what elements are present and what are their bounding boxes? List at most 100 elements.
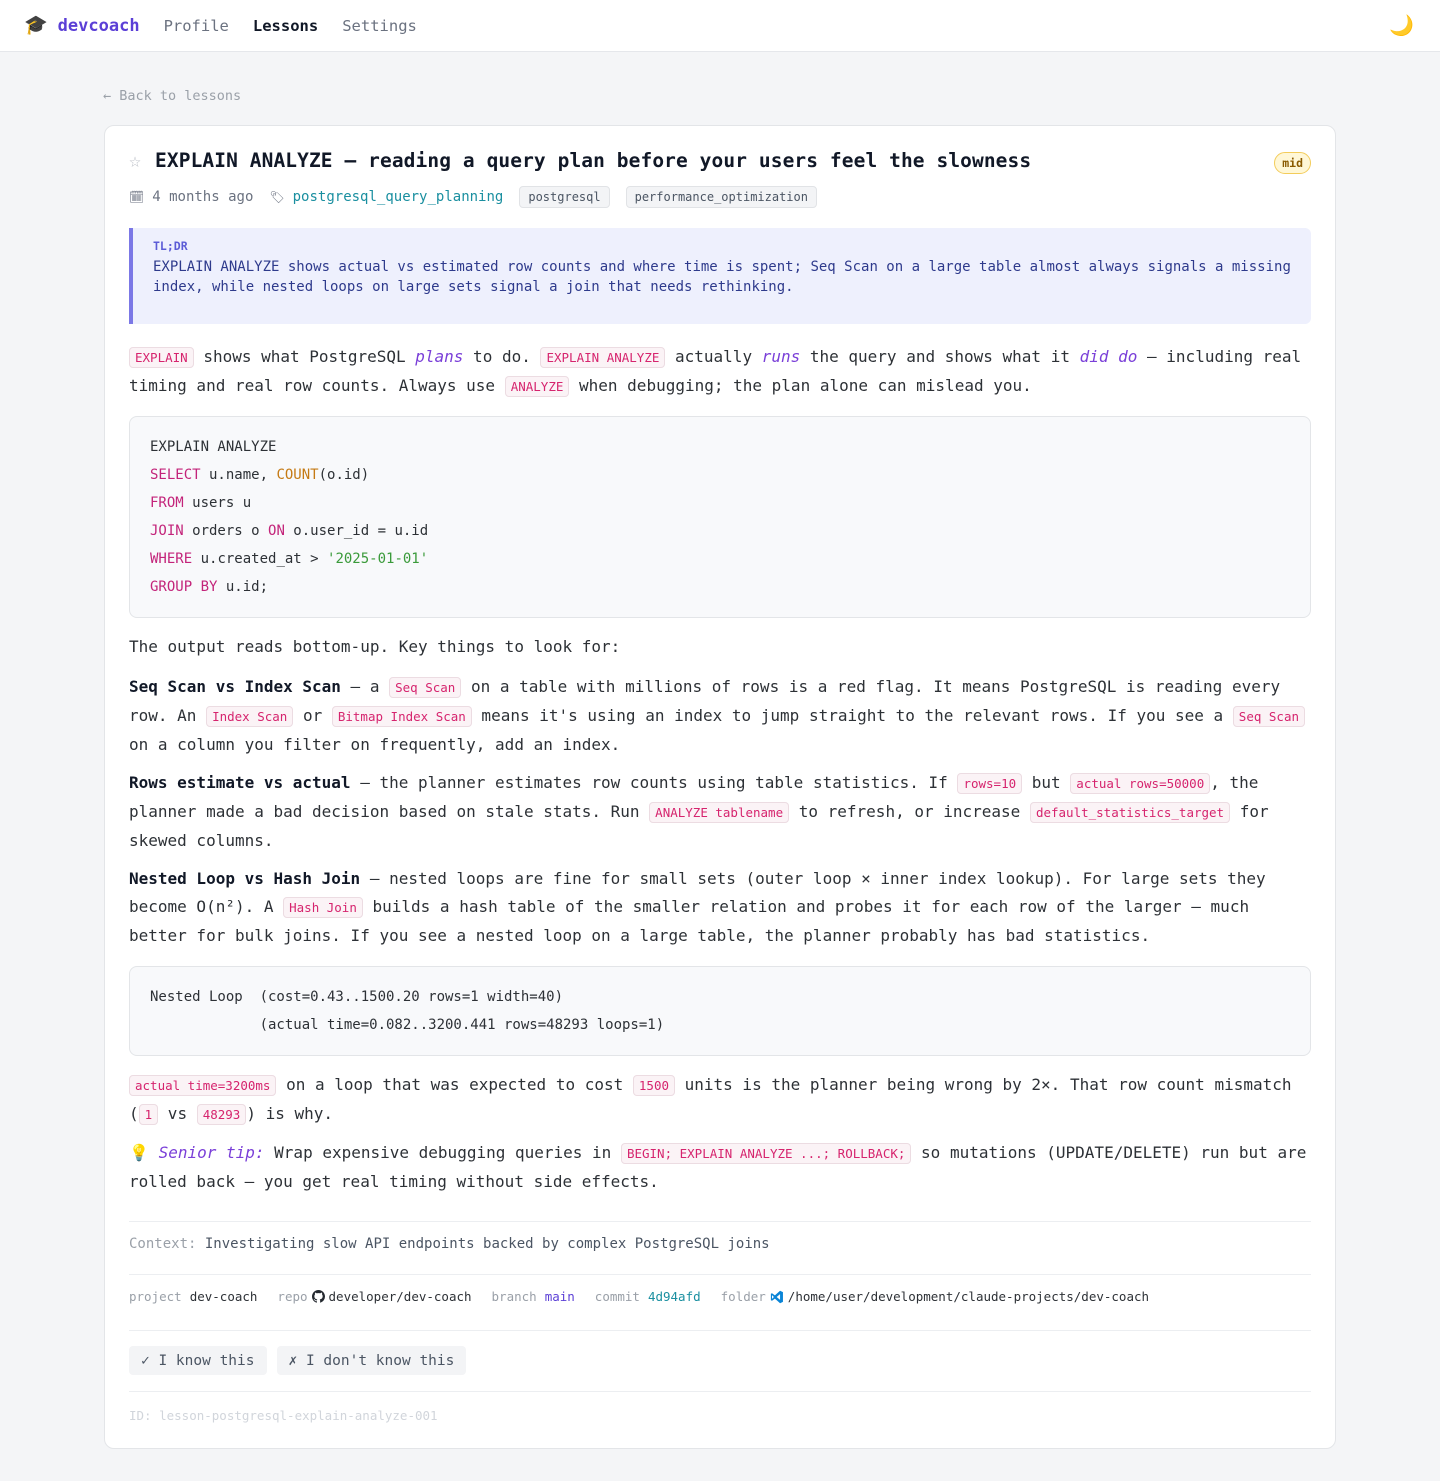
- sql-text: EXPLAIN ANALYZE: [150, 439, 277, 455]
- sql-text: u.id;: [217, 579, 269, 595]
- sql-text: users u: [183, 495, 252, 511]
- divider: [129, 1330, 1311, 1331]
- brand[interactable]: 🎓 devcoach: [24, 16, 140, 36]
- code-line: WHERE u.created_at > '2025-01-01': [150, 545, 1290, 573]
- text: — a: [340, 677, 390, 696]
- code-line: SELECT u.name, COUNT(o.id): [150, 461, 1290, 489]
- code-line: (actual time=0.082..3200.441 rows=48293 …: [150, 1017, 665, 1033]
- lesson-card: ☆ EXPLAIN ANALYZE — reading a query plan…: [104, 125, 1336, 1449]
- lesson-age: 4 months ago: [152, 189, 254, 205]
- repo-label: repo: [277, 1289, 308, 1304]
- sql-text: u.name,: [200, 467, 277, 483]
- moon-icon[interactable]: 🌙: [1389, 13, 1414, 37]
- paragraph-senior-tip: 💡 Senior tip: Wrap expensive debugging q…: [129, 1139, 1311, 1196]
- lesson-meta: 🗓 4 months ago 🏷 postgresql_query_planni…: [129, 186, 817, 208]
- sql-function: COUNT: [276, 467, 319, 483]
- topic-link[interactable]: postgresql_query_planning: [293, 189, 504, 205]
- sql-keyword: WHERE: [150, 551, 193, 567]
- tldr-text: EXPLAIN ANALYZE shows actual vs estimate…: [153, 259, 1291, 295]
- text: ) is why.: [246, 1104, 334, 1123]
- emphasis: Senior tip:: [158, 1143, 265, 1162]
- inline-code: default_statistics_target: [1029, 802, 1231, 823]
- code-line: Nested Loop (cost=0.43..1500.20 rows=1 w…: [150, 989, 564, 1005]
- inline-code: EXPLAIN: [129, 347, 194, 368]
- paragraph-intro: EXPLAIN shows what PostgreSQL plans to d…: [129, 343, 1311, 401]
- inline-code: Seq Scan: [1232, 706, 1306, 727]
- know-this-button[interactable]: ✓ I know this: [129, 1346, 267, 1375]
- inline-code: actual rows=50000: [1070, 773, 1211, 794]
- inline-code: rows=10: [957, 773, 1023, 794]
- bold-term: Seq Scan vs Index Scan: [129, 677, 341, 696]
- inline-code: Hash Join: [283, 897, 363, 918]
- graduation-cap-icon: 🎓: [24, 14, 48, 36]
- dont-know-this-button[interactable]: ✗ I don't know this: [276, 1346, 467, 1375]
- top-nav: 🎓 devcoach Profile Lessons Settings 🌙: [0, 0, 1440, 52]
- context-line: Context: Investigating slow API endpoint…: [129, 1236, 770, 1252]
- commit-value[interactable]: 4d94afd: [648, 1289, 701, 1304]
- inline-code: actual time=3200ms: [129, 1075, 277, 1096]
- emphasis: plans: [415, 347, 464, 366]
- divider: [129, 1221, 1311, 1222]
- sql-text: orders o: [183, 523, 269, 539]
- code-line: EXPLAIN ANALYZE: [150, 433, 1290, 461]
- branch-label: branch: [491, 1289, 537, 1304]
- plan-code-block: Nested Loop (cost=0.43..1500.20 rows=1 w…: [129, 966, 1311, 1056]
- sql-keyword: FROM: [150, 495, 184, 511]
- context-label: Context:: [129, 1236, 197, 1252]
- sql-text: u.created_at >: [192, 551, 328, 567]
- sql-string: '2025-01-01': [327, 551, 429, 567]
- inline-code: 1500: [632, 1075, 675, 1096]
- lesson-header: ☆ EXPLAIN ANALYZE — reading a query plan…: [129, 148, 1311, 174]
- paragraph-rows-estimate: Rows estimate vs actual — the planner es…: [129, 769, 1311, 855]
- inline-code: ANALYZE: [504, 376, 570, 397]
- sql-keyword: SELECT: [150, 467, 201, 483]
- nav-link-lessons[interactable]: Lessons: [253, 17, 318, 35]
- text: to do.: [463, 347, 541, 366]
- text: Wrap expensive debugging queries in: [264, 1143, 621, 1162]
- commit-label: commit: [594, 1289, 640, 1304]
- text: the query and shows what it: [800, 347, 1080, 366]
- sql-keyword: ON: [268, 523, 285, 539]
- inline-code: ANALYZE tablename: [649, 802, 790, 823]
- tldr-box: TL;DR EXPLAIN ANALYZE shows actual vs es…: [129, 228, 1311, 324]
- sql-keyword: JOIN: [150, 523, 184, 539]
- back-to-lessons-link[interactable]: ← Back to lessons: [103, 88, 241, 104]
- divider: [129, 1391, 1311, 1392]
- code-line: JOIN orders o ON o.user_id = u.id: [150, 517, 1290, 545]
- paragraph-seq-scan: Seq Scan vs Index Scan — a Seq Scan on a…: [129, 673, 1311, 759]
- inline-code: 1: [138, 1104, 159, 1125]
- paragraph-nested-loop: Nested Loop vs Hash Join — nested loops …: [129, 865, 1311, 950]
- text: when debugging; the plan alone can misle…: [569, 376, 1032, 395]
- text: actually: [665, 347, 762, 366]
- star-icon[interactable]: ☆: [129, 148, 141, 172]
- inline-code: Seq Scan: [389, 677, 462, 698]
- inline-code: BEGIN; EXPLAIN ANALYZE ...; ROLLBACK;: [620, 1143, 912, 1164]
- text: — the planner estimates row counts using…: [350, 773, 958, 792]
- sql-text: (o.id): [318, 467, 370, 483]
- project-label: project: [129, 1289, 182, 1304]
- text: shows what PostgreSQL: [193, 347, 416, 366]
- lesson-id: ID: lesson-postgresql-explain-analyze-00…: [129, 1408, 438, 1423]
- emphasis: runs: [761, 347, 801, 366]
- tag-chip[interactable]: performance_optimization: [625, 186, 817, 208]
- bold-term: Nested Loop vs Hash Join: [129, 869, 361, 888]
- folder-value[interactable]: /home/user/development/claude-projects/d…: [788, 1289, 1149, 1304]
- nav-link-settings[interactable]: Settings: [342, 17, 417, 35]
- branch-value[interactable]: main: [545, 1289, 575, 1304]
- vscode-icon[interactable]: [770, 1290, 784, 1304]
- answer-buttons: ✓ I know this ✗ I don't know this: [129, 1346, 467, 1375]
- nav-link-profile[interactable]: Profile: [164, 17, 229, 35]
- bold-term: Rows estimate vs actual: [129, 773, 351, 792]
- tag-chip[interactable]: postgresql: [519, 186, 610, 208]
- tldr-label: TL;DR: [153, 239, 188, 253]
- repo-value[interactable]: developer/dev-coach: [329, 1289, 472, 1304]
- calendar-icon: 🗓: [129, 190, 145, 204]
- inline-code: 48293: [196, 1104, 247, 1125]
- lesson-title: EXPLAIN ANALYZE — reading a query plan b…: [155, 148, 1032, 172]
- paragraph-output: The output reads bottom-up. Key things t…: [129, 637, 621, 656]
- inline-code: EXPLAIN ANALYZE: [540, 347, 666, 368]
- divider: [129, 1274, 1311, 1275]
- brand-name[interactable]: devcoach: [58, 16, 140, 36]
- text: or: [293, 706, 332, 725]
- sql-text: o.user_id = u.id: [284, 523, 429, 539]
